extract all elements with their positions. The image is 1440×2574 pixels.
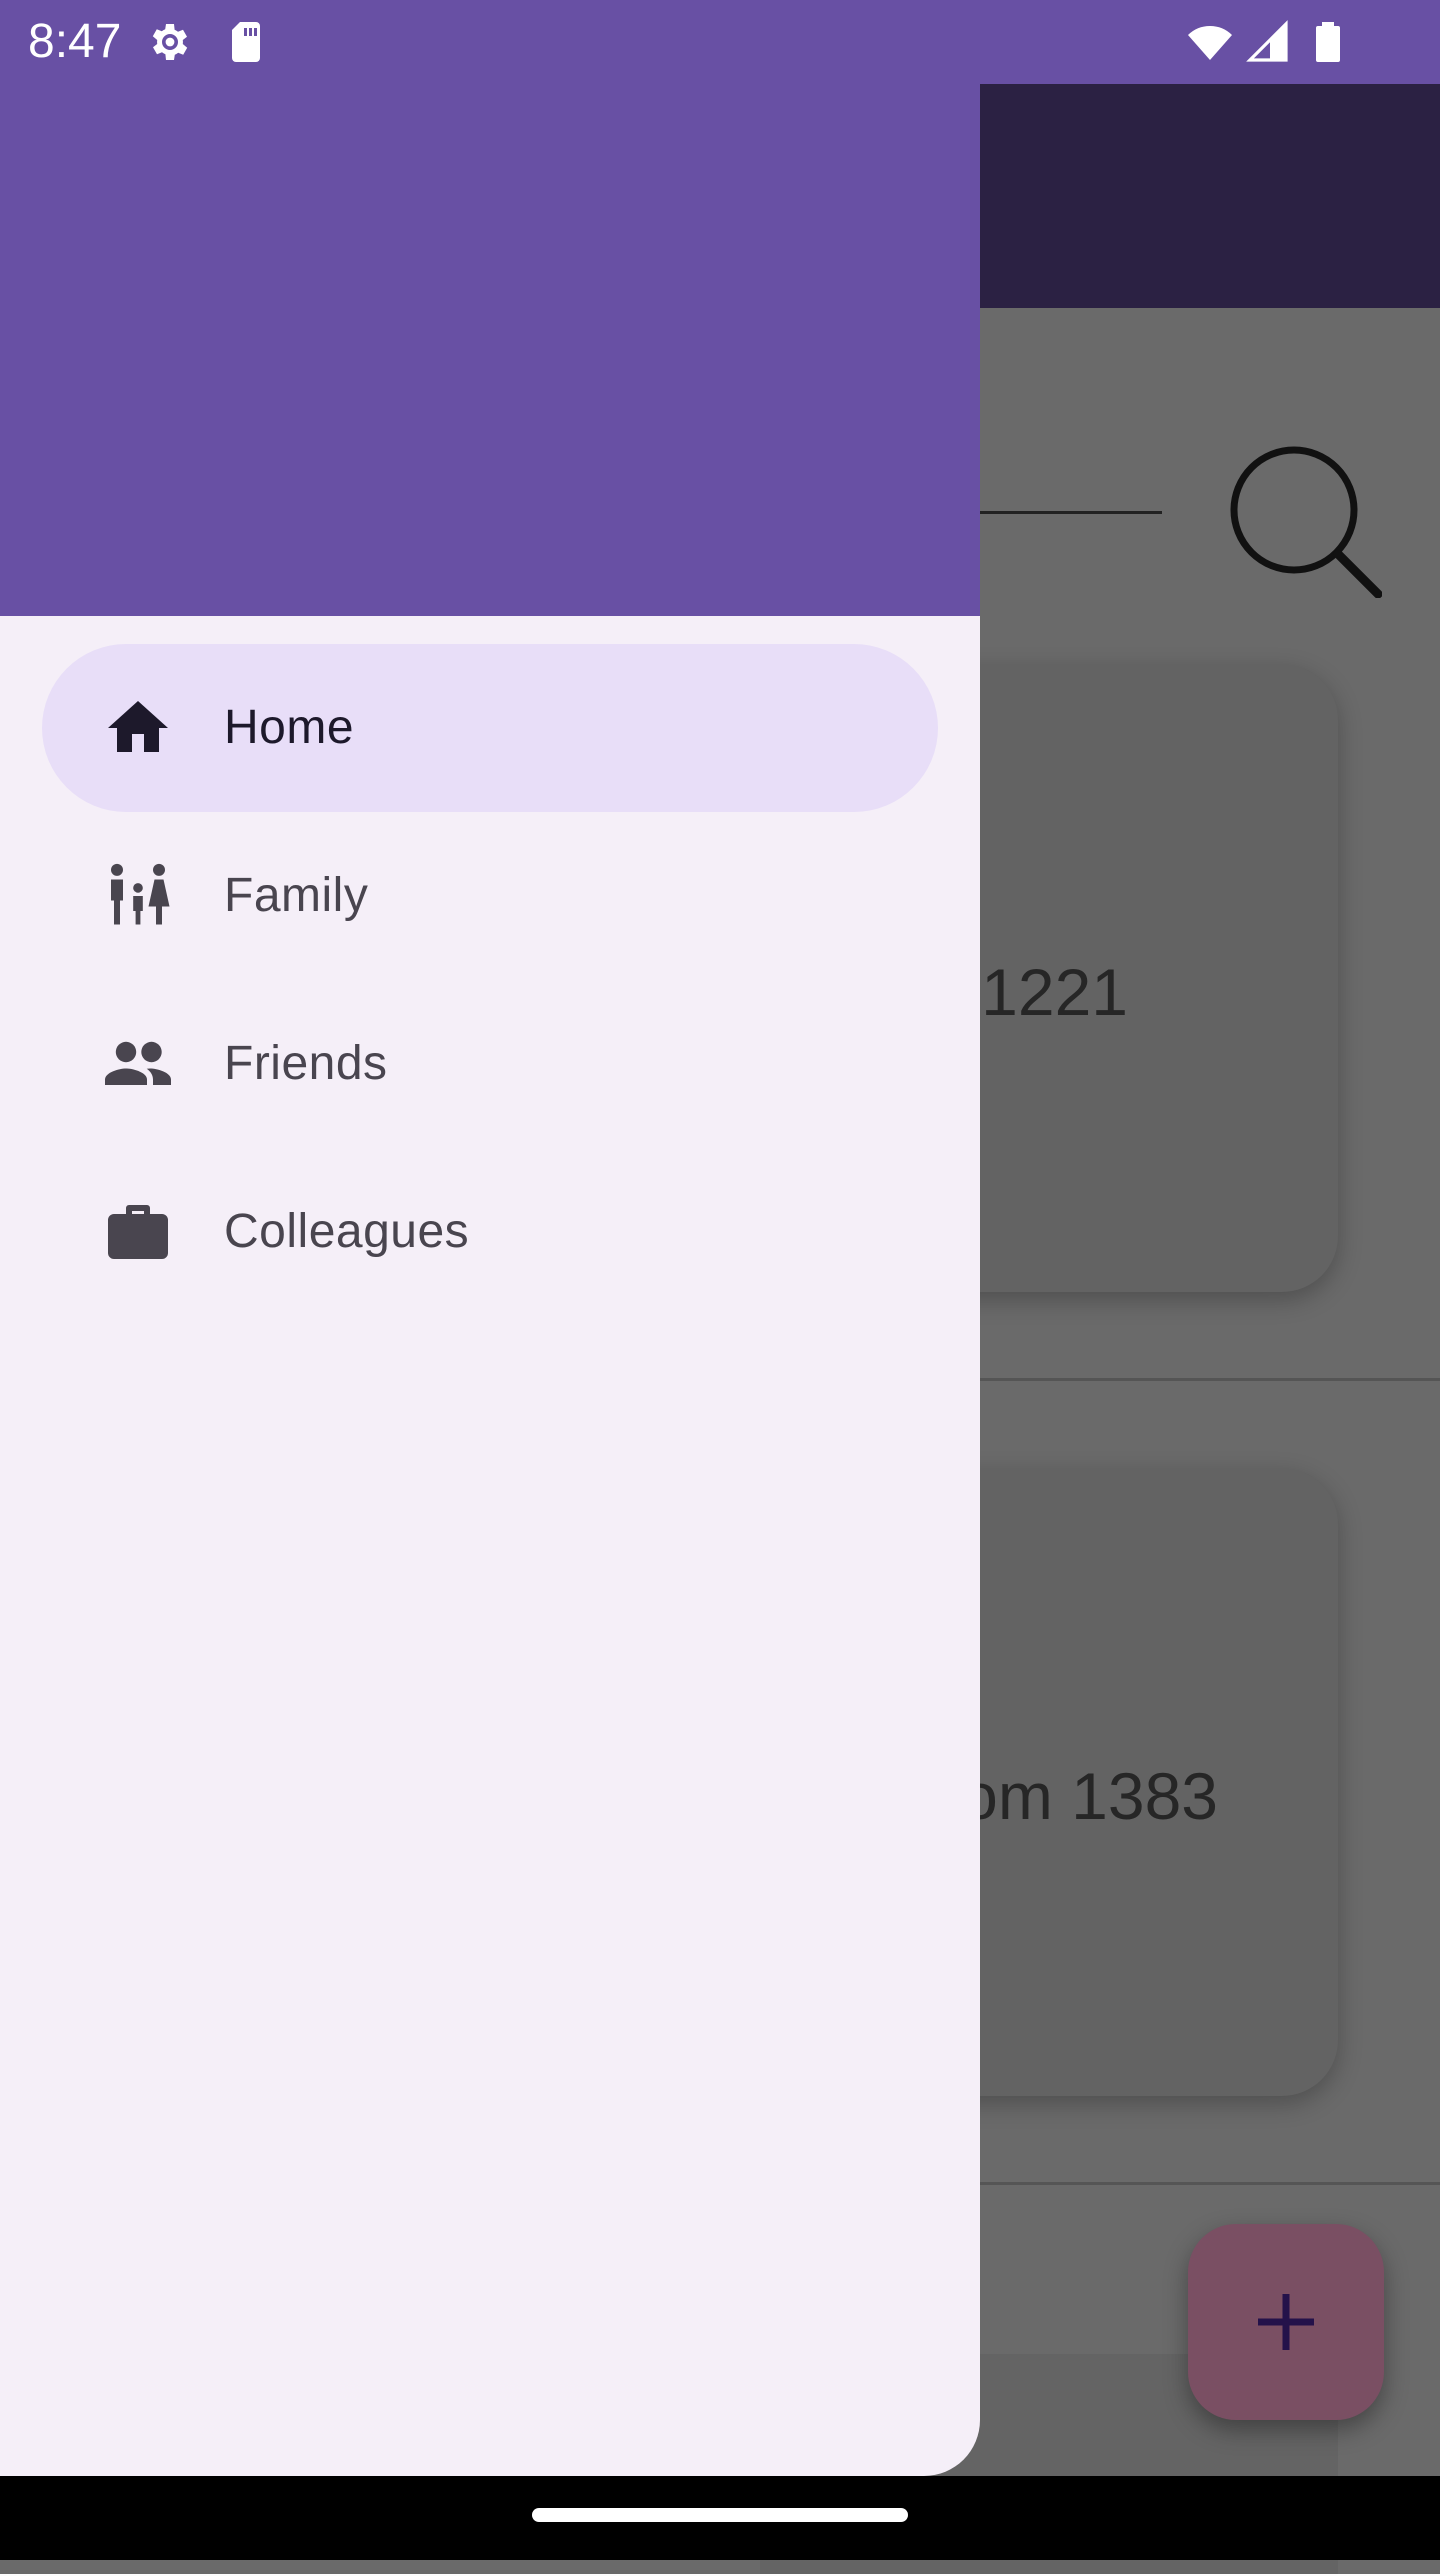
nav-item-friends[interactable]: Friends [42, 980, 938, 1148]
sd-card-icon [222, 18, 270, 66]
nav-item-label: Friends [224, 1037, 388, 1090]
status-time: 8:47 [28, 15, 122, 68]
system-navigation-bar [0, 2476, 1440, 2560]
nav-item-label: Home [224, 701, 355, 754]
gesture-home-handle[interactable] [532, 2508, 908, 2522]
list-divider [940, 1378, 1440, 1381]
navigation-drawer: Home Family Friends Colleagues [0, 84, 980, 2476]
briefcase-icon [102, 1196, 174, 1268]
family-icon [102, 860, 174, 932]
nav-item-colleagues[interactable]: Colleagues [42, 1148, 938, 1316]
nav-item-home[interactable]: Home [42, 644, 938, 812]
drawer-header [0, 84, 980, 616]
add-contact-fab[interactable] [1188, 2224, 1384, 2420]
nav-item-family[interactable]: Family [42, 812, 938, 980]
list-divider [940, 2182, 1440, 2185]
search-icon [1222, 438, 1383, 599]
add-icon [1258, 2294, 1314, 2350]
cell-signal-icon [1244, 18, 1292, 66]
wifi-icon [1186, 18, 1234, 66]
settings-gear-icon [144, 18, 192, 66]
contact-card-text: om 1383 [961, 1759, 1218, 1833]
contact-card-text: 1221 [981, 955, 1128, 1029]
battery-icon [1304, 18, 1352, 66]
nav-item-label: Colleagues [224, 1205, 470, 1258]
nav-item-label: Family [224, 869, 369, 922]
home-icon [102, 692, 174, 764]
friends-icon [102, 1028, 174, 1100]
status-bar: 8:47 [0, 0, 1440, 84]
